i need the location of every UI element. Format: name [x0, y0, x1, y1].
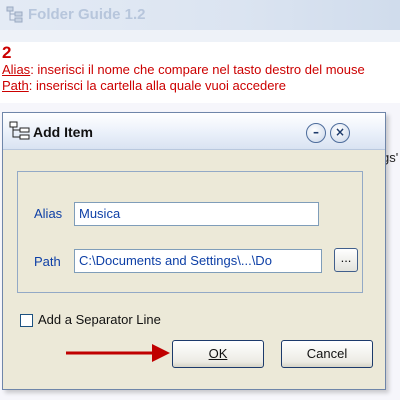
alias-term: Alias: [2, 62, 31, 77]
alias-instruction: Alias: inserisci il nome che compare nel…: [2, 62, 398, 78]
ok-label: OK: [208, 346, 228, 361]
cancel-label: Cancel: [306, 346, 348, 361]
instructions: 2 Alias: inserisci il nome che compare n…: [2, 44, 398, 94]
alias-input[interactable]: Musica: [74, 202, 319, 226]
add-item-dialog: Add Item – × Alias Musica Path C:\Docume…: [2, 112, 386, 390]
browse-button[interactable]: ...: [334, 248, 358, 272]
folder-tree-icon: [9, 121, 30, 140]
step-number: 2: [2, 43, 12, 62]
minimize-icon: –: [313, 125, 319, 139]
alias-label: Alias: [34, 206, 63, 221]
dialog-title: Add Item: [33, 124, 93, 140]
separator-label[interactable]: Add a Separator Line: [38, 312, 161, 327]
path-term: Path: [2, 78, 29, 93]
ok-button[interactable]: OK: [172, 340, 264, 368]
cancel-button[interactable]: Cancel: [281, 340, 373, 368]
folder-tree-icon: [6, 6, 23, 23]
close-button[interactable]: ×: [330, 123, 350, 143]
path-label: Path: [34, 254, 61, 269]
separator-checkbox[interactable]: [20, 314, 33, 327]
close-icon: ×: [334, 125, 346, 139]
red-arrow-icon: [66, 344, 170, 362]
item-fields-group: [17, 171, 363, 293]
app-titlebar: Folder Guide 1.2: [0, 0, 400, 30]
path-description: : inserisci la cartella alla quale vuoi …: [28, 78, 286, 93]
app-toolbar-strip: [0, 30, 400, 42]
minimize-button[interactable]: –: [306, 123, 326, 143]
path-instruction: Path: inserisci la cartella alla quale v…: [2, 78, 398, 94]
path-input[interactable]: C:\Documents and Settings\...\Do: [74, 249, 322, 273]
dialog-titlebar[interactable]: Add Item – ×: [3, 113, 385, 150]
app-title: Folder Guide 1.2: [28, 6, 146, 23]
alias-description: : inserisci il nome che compare nel tast…: [30, 62, 365, 77]
